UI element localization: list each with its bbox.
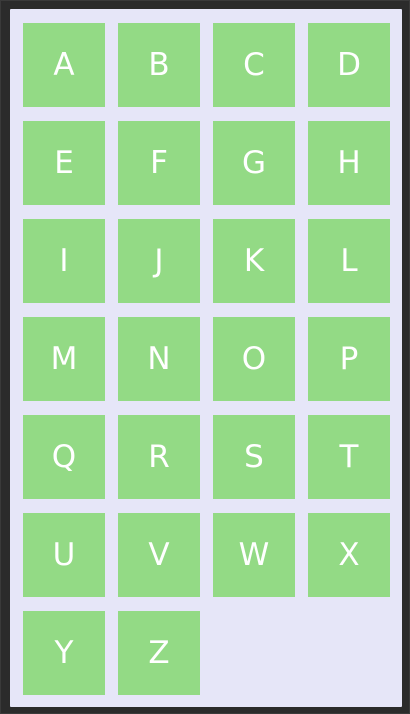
letter-tile-p[interactable]: P: [308, 317, 390, 401]
letter-tile-f[interactable]: F: [118, 121, 200, 205]
letter-tile-c[interactable]: C: [213, 23, 295, 107]
letter-tile-l[interactable]: L: [308, 219, 390, 303]
letter-tile-r[interactable]: R: [118, 415, 200, 499]
letter-tile-z[interactable]: Z: [118, 611, 200, 695]
letter-tile-n[interactable]: N: [118, 317, 200, 401]
letter-tile-q[interactable]: Q: [23, 415, 105, 499]
letter-tile-a[interactable]: A: [23, 23, 105, 107]
letter-tile-y[interactable]: Y: [23, 611, 105, 695]
letter-tile-j[interactable]: J: [118, 219, 200, 303]
letter-tile-o[interactable]: O: [213, 317, 295, 401]
letter-tile-t[interactable]: T: [308, 415, 390, 499]
letter-tile-i[interactable]: I: [23, 219, 105, 303]
letter-grid: A B C D E F G H I J K L M N O P Q R S T …: [23, 23, 390, 695]
letter-tile-b[interactable]: B: [118, 23, 200, 107]
letter-tile-u[interactable]: U: [23, 513, 105, 597]
letter-tile-x[interactable]: X: [308, 513, 390, 597]
letter-tile-w[interactable]: W: [213, 513, 295, 597]
letter-tile-d[interactable]: D: [308, 23, 390, 107]
letter-tile-m[interactable]: M: [23, 317, 105, 401]
letter-tile-g[interactable]: G: [213, 121, 295, 205]
letter-tile-k[interactable]: K: [213, 219, 295, 303]
letter-tile-e[interactable]: E: [23, 121, 105, 205]
app-window: A B C D E F G H I J K L M N O P Q R S T …: [0, 0, 410, 714]
letter-tile-h[interactable]: H: [308, 121, 390, 205]
letter-tile-s[interactable]: S: [213, 415, 295, 499]
letter-grid-panel: A B C D E F G H I J K L M N O P Q R S T …: [10, 9, 402, 707]
letter-tile-v[interactable]: V: [118, 513, 200, 597]
